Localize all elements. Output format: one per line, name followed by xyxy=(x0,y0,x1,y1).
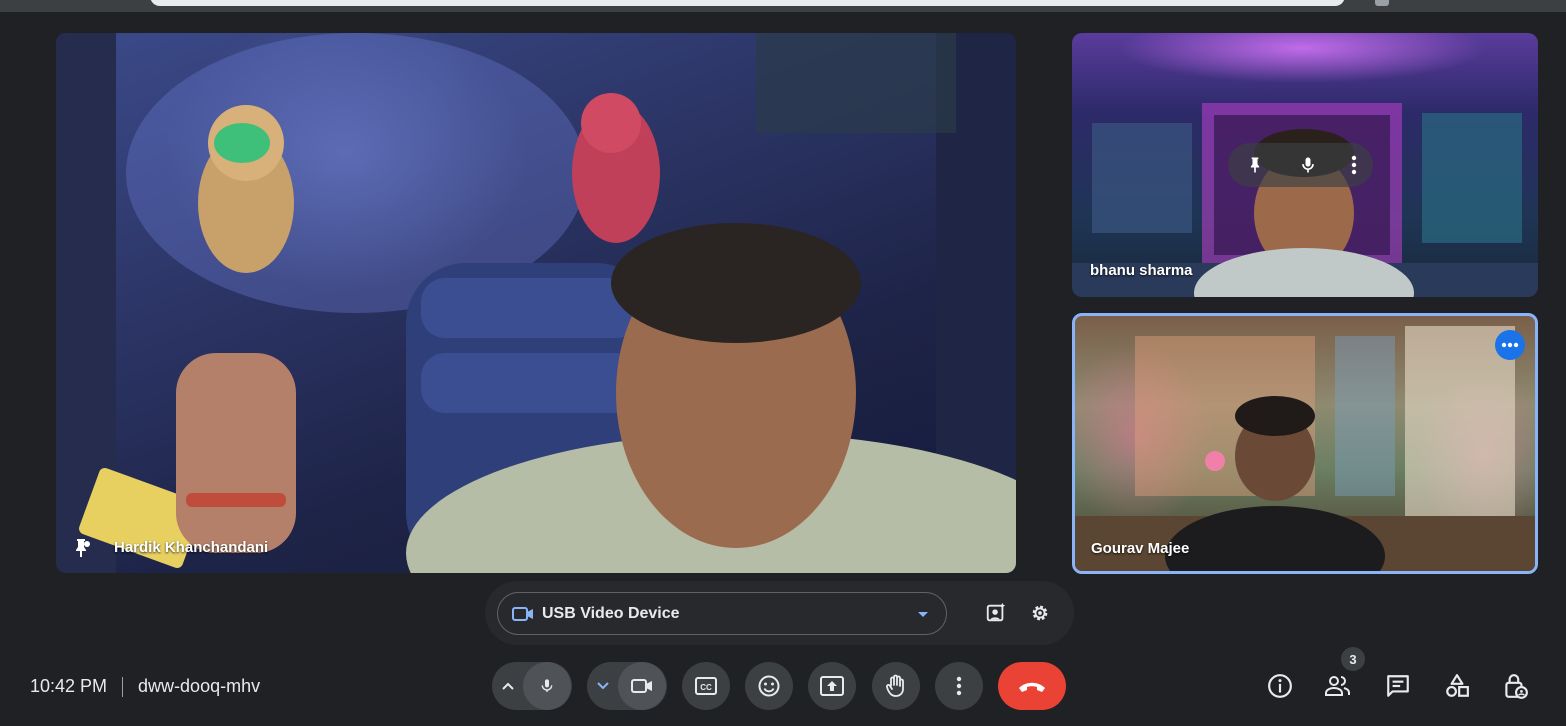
people-button[interactable] xyxy=(1324,672,1352,700)
gear-icon xyxy=(1032,605,1048,621)
chevron-up-icon xyxy=(502,682,514,690)
meeting-code: dww-dooq-mhv xyxy=(138,676,261,696)
participant-name-side-2: Gourav Majee xyxy=(1091,540,1190,557)
selected-device-label: USB Video Device xyxy=(542,604,680,622)
more-vert-icon xyxy=(956,676,962,696)
mic-toggle-button[interactable] xyxy=(523,662,571,710)
frame-portrait-button[interactable] xyxy=(984,601,1008,625)
reactions-button[interactable] xyxy=(745,662,793,710)
camera-toggle-button[interactable] xyxy=(618,662,666,710)
chat-icon xyxy=(1387,675,1409,697)
tile-hover-controls xyxy=(1228,143,1373,187)
participant-name-side-1: bhanu sharma xyxy=(1090,262,1193,279)
host-controls-button[interactable] xyxy=(1501,672,1529,700)
more-horiz-icon xyxy=(1501,342,1519,348)
more-vert-icon[interactable] xyxy=(1351,155,1357,175)
camera-device-select[interactable]: USB Video Device xyxy=(497,592,947,635)
pin-icon[interactable] xyxy=(1245,154,1265,176)
more-options-button[interactable] xyxy=(1495,330,1525,360)
camera-options-button[interactable] xyxy=(588,682,618,690)
address-bar[interactable] xyxy=(150,0,1345,6)
pin-icon[interactable] xyxy=(69,536,93,560)
mic-control-group xyxy=(492,662,572,710)
present-icon xyxy=(820,676,844,696)
present-screen-button[interactable] xyxy=(808,662,856,710)
info-icon xyxy=(1268,674,1292,698)
raise-hand-icon xyxy=(886,674,904,697)
captions-icon: CC xyxy=(695,677,717,695)
svg-text:CC: CC xyxy=(700,683,712,692)
more-options-button[interactable] xyxy=(935,662,983,710)
participant-video-background xyxy=(1075,326,1535,571)
camera-control-group xyxy=(587,662,667,710)
participant-tile-gourav[interactable]: Gourav Majee xyxy=(1072,313,1538,574)
video-camera-icon xyxy=(512,606,534,622)
meeting-info: 10:42 PM dww-dooq-mhv xyxy=(30,676,260,697)
browser-top-bar xyxy=(0,0,1566,12)
mic-options-button[interactable] xyxy=(493,682,523,690)
main-video-background xyxy=(56,33,1016,573)
hangup-icon xyxy=(1019,682,1045,692)
extension-icon[interactable] xyxy=(1375,0,1389,6)
device-settings-button[interactable] xyxy=(1028,601,1052,625)
raise-hand-button[interactable] xyxy=(872,662,920,710)
chevron-down-icon xyxy=(597,682,609,690)
activities-button[interactable] xyxy=(1443,672,1471,700)
participant-count-badge: 3 xyxy=(1341,647,1365,671)
captions-button[interactable]: CC xyxy=(682,662,730,710)
emoji-icon xyxy=(758,675,780,697)
dropdown-arrow-icon xyxy=(918,612,928,617)
mic-icon[interactable] xyxy=(1298,153,1318,177)
camera-icon xyxy=(631,679,652,693)
main-video-tile[interactable]: Hardik Khanchandani xyxy=(56,33,1016,573)
chat-button[interactable] xyxy=(1384,672,1412,700)
activities-icon xyxy=(1446,674,1469,697)
mic-icon xyxy=(541,679,553,692)
divider xyxy=(122,676,124,697)
participant-name-main: Hardik Khanchandani xyxy=(114,539,269,556)
current-time: 10:42 PM xyxy=(30,676,108,696)
host-controls-icon xyxy=(1505,674,1528,699)
meeting-details-button[interactable] xyxy=(1266,672,1294,700)
portrait-sparkle-icon xyxy=(986,602,1006,622)
leave-call-button[interactable] xyxy=(998,662,1066,710)
people-icon xyxy=(1325,676,1350,696)
